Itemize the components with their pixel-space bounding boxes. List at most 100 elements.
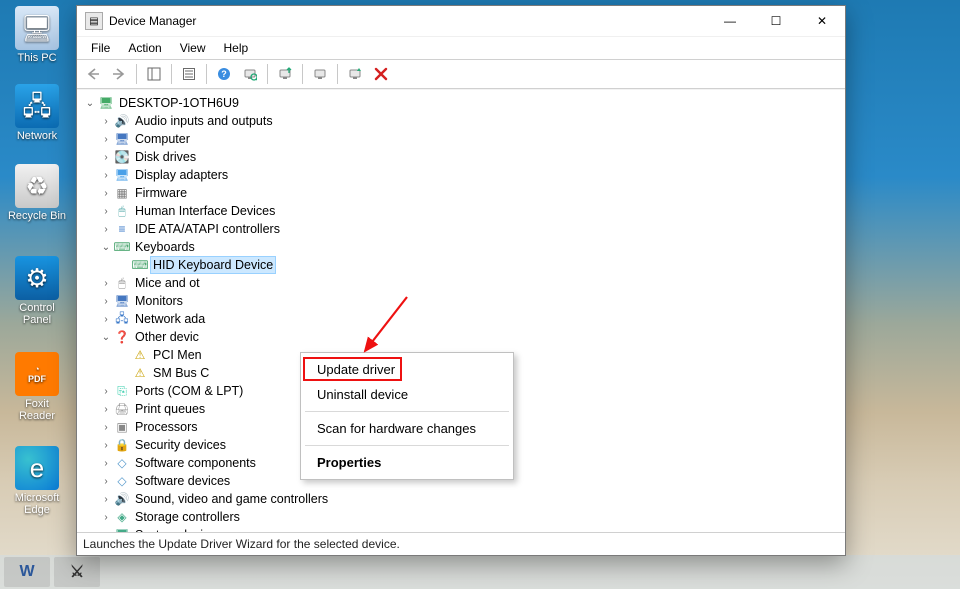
tree-item-label: Processors	[133, 419, 200, 435]
taskbar-app-game[interactable]: ⚔	[54, 557, 100, 587]
tree-category[interactable]: ›💽Disk drives	[81, 148, 845, 166]
context-uninstall-device[interactable]: Uninstall device	[303, 382, 511, 407]
print-icon: 🖨	[114, 401, 130, 417]
collapse-icon[interactable]: ⌄	[83, 96, 97, 110]
kbd-icon: ⌨	[132, 257, 148, 273]
taskbar-app-word[interactable]: W	[4, 557, 50, 587]
expand-icon[interactable]: ›	[99, 384, 113, 398]
tree-category[interactable]: ›🔊Sound, video and game controllers	[81, 490, 845, 508]
expand-icon[interactable]: ›	[99, 222, 113, 236]
tree-category[interactable]: ›🔊Audio inputs and outputs	[81, 112, 845, 130]
help-button[interactable]: ?	[212, 62, 236, 86]
desktop-control-panel[interactable]: ⚙Control Panel	[6, 256, 68, 326]
expand-icon[interactable]: ›	[99, 150, 113, 164]
uninstall-device-button[interactable]	[369, 62, 393, 86]
forward-button[interactable]	[107, 62, 131, 86]
tree-category[interactable]: ⌄⌨Keyboards	[81, 238, 845, 256]
desktop-microsoft-edge[interactable]: eMicrosoft Edge	[6, 446, 68, 516]
svg-text:?: ?	[221, 69, 227, 79]
monitor-icon: 🖥	[114, 293, 130, 309]
expand-icon[interactable]: ›	[99, 528, 113, 532]
tree-item-label: Security devices	[133, 437, 228, 453]
expand-icon[interactable]: ›	[99, 186, 113, 200]
collapse-icon[interactable]: ⌄	[99, 330, 113, 344]
menu-action[interactable]: Action	[120, 39, 169, 57]
tree-category[interactable]: ›🖱Human Interface Devices	[81, 202, 845, 220]
disable-device-button[interactable]	[343, 62, 367, 86]
expand-icon[interactable]: ›	[99, 114, 113, 128]
context-separator	[305, 411, 509, 412]
tree-category[interactable]: ›🖥Computer	[81, 130, 845, 148]
titlebar[interactable]: ▤ Device Manager — ☐ ✕	[77, 6, 845, 36]
tree-item-label: Mice and ot	[133, 275, 202, 291]
expand-icon[interactable]: ›	[99, 204, 113, 218]
expand-icon[interactable]: ›	[99, 438, 113, 452]
menu-file[interactable]: File	[83, 39, 118, 57]
tree-category[interactable]: ›◈Storage controllers	[81, 508, 845, 526]
maximize-button[interactable]: ☐	[753, 6, 799, 36]
minimize-button[interactable]: —	[707, 6, 753, 36]
update-driver-button[interactable]	[273, 62, 297, 86]
expand-icon[interactable]: ›	[99, 168, 113, 182]
tree-item-label: Monitors	[133, 293, 185, 309]
tree-item-label: Display adapters	[133, 167, 230, 183]
toolbar-separator	[136, 64, 137, 84]
expand-icon[interactable]: ›	[99, 456, 113, 470]
tree-category[interactable]: ›🖥System devices	[81, 526, 845, 532]
tree-item-label: Sound, video and game controllers	[133, 491, 330, 507]
tree-category[interactable]: ›🖥Monitors	[81, 292, 845, 310]
context-scan-hardware[interactable]: Scan for hardware changes	[303, 416, 511, 441]
toolbar-separator	[267, 64, 268, 84]
tree-item-label: Computer	[133, 131, 192, 147]
scan-hardware-button[interactable]	[238, 62, 262, 86]
context-update-driver[interactable]: Update driver	[303, 357, 511, 382]
tree-item-label: PCI Men	[151, 347, 204, 363]
desktop-recycle-bin[interactable]: ♻Recycle Bin	[6, 164, 68, 222]
expand-icon[interactable]: ›	[99, 510, 113, 524]
tree-device[interactable]: ⌨HID Keyboard Device	[81, 256, 845, 274]
control-panel-icon: ⚙	[15, 256, 59, 300]
tree-category[interactable]: ›▦Firmware	[81, 184, 845, 202]
tree-item-label: System devices	[133, 527, 225, 532]
ide-icon: ≡	[114, 221, 130, 237]
tree-category[interactable]: ›🖱Mice and ot	[81, 274, 845, 292]
expand-icon[interactable]: ›	[99, 420, 113, 434]
enable-device-button[interactable]	[308, 62, 332, 86]
tree-category[interactable]: ›🖥Display adapters	[81, 166, 845, 184]
expand-icon[interactable]: ›	[99, 492, 113, 506]
network-icon: 🖧	[15, 84, 59, 128]
expand-icon[interactable]: ›	[99, 474, 113, 488]
collapse-icon[interactable]: ⌄	[99, 240, 113, 254]
tree-category[interactable]: ›🖧Network ada	[81, 310, 845, 328]
desktop-network[interactable]: 🖧Network	[6, 84, 68, 142]
tree-pane: ⌄🖥DESKTOP-1OTH6U9›🔊Audio inputs and outp…	[77, 89, 845, 532]
tree-category[interactable]: ›≡IDE ATA/ATAPI controllers	[81, 220, 845, 238]
net-icon: 🖧	[114, 311, 130, 327]
properties-button[interactable]	[177, 62, 201, 86]
menu-help[interactable]: Help	[216, 39, 257, 57]
hid-icon: 🖱	[114, 203, 130, 219]
expand-icon[interactable]: ›	[99, 294, 113, 308]
tree-item-label: HID Keyboard Device	[151, 257, 275, 273]
back-button[interactable]	[81, 62, 105, 86]
tree-root[interactable]: ⌄🖥DESKTOP-1OTH6U9	[81, 94, 845, 112]
edge-icon: e	[15, 446, 59, 490]
tree-item-label: DESKTOP-1OTH6U9	[117, 95, 241, 111]
mouse-icon: 🖱	[114, 275, 130, 291]
tree-item-label: Software devices	[133, 473, 232, 489]
expand-icon[interactable]: ›	[99, 312, 113, 326]
cpu-icon: ▣	[114, 419, 130, 435]
snd-icon: 🔊	[114, 491, 130, 507]
menu-view[interactable]: View	[172, 39, 214, 57]
close-button[interactable]: ✕	[799, 6, 845, 36]
desktop-foxit-reader[interactable]: ◔PDFFoxit Reader	[6, 352, 68, 422]
tree-item-label: Print queues	[133, 401, 207, 417]
expand-icon[interactable]: ›	[99, 402, 113, 416]
tree-category[interactable]: ⌄❓Other devic	[81, 328, 845, 346]
expand-icon[interactable]: ›	[99, 132, 113, 146]
context-properties[interactable]: Properties	[303, 450, 511, 475]
expand-icon[interactable]: ›	[99, 276, 113, 290]
show-hide-console-tree-button[interactable]	[142, 62, 166, 86]
desktop-this-pc[interactable]: 🖥This PC	[6, 6, 68, 64]
taskbar[interactable]: W ⚔	[0, 555, 960, 589]
